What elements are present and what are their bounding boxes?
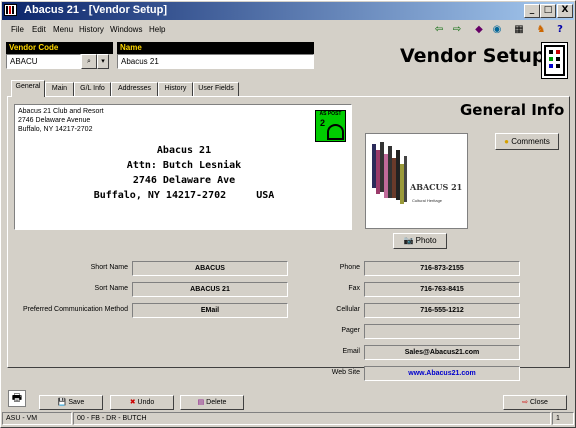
logo-subtext: Cultural Heritage xyxy=(412,198,443,203)
delete-icon: ▤ xyxy=(197,399,205,406)
menu-edit[interactable]: Edit xyxy=(32,25,46,34)
delete-button[interactable]: ▤ Delete xyxy=(180,395,244,410)
address-big-line: Attn: Butch Lesniak xyxy=(126,160,242,171)
exit-icon: ⇨ xyxy=(522,399,528,406)
menu-help[interactable]: Help xyxy=(149,25,165,34)
tab-gl-info[interactable]: G/L Info xyxy=(74,82,111,96)
runner-icon[interactable]: ♞ xyxy=(532,22,550,38)
page-title: Vendor Setup xyxy=(400,45,546,67)
comm-method-label: Preferred Communication Method xyxy=(22,306,128,313)
sort-name-field[interactable]: ABACUS 21 xyxy=(132,282,288,297)
menu-file[interactable]: File xyxy=(11,25,24,34)
fax-label: Fax xyxy=(348,285,360,292)
chevron-down-icon[interactable]: ▾ xyxy=(97,54,109,69)
logo-text: ABACUS 21 xyxy=(410,182,463,192)
globe-icon[interactable]: ◉ xyxy=(488,22,506,38)
website-label: Web Site xyxy=(331,369,360,376)
vendor-logo-image: ABACUS 21 Cultural Heritage xyxy=(365,133,468,229)
minimize-button[interactable]: _ xyxy=(524,4,540,18)
website-field[interactable]: www.Abacus21.com xyxy=(364,366,520,381)
address-label: Abacus 21 Attn: Butch Lesniak 2746 Delaw… xyxy=(15,143,353,203)
pager-label: Pager xyxy=(341,327,360,334)
camera-icon: 📷 xyxy=(403,236,414,245)
address-box: Abacus 21 Club and Resort 2746 Delaware … xyxy=(14,104,352,230)
phone-label: Phone xyxy=(339,264,360,271)
save-label: Save xyxy=(68,399,85,406)
name-input[interactable]: Abacus 21 xyxy=(117,54,314,69)
short-name-label: Short Name xyxy=(90,264,128,271)
close-window-button[interactable]: X xyxy=(557,4,573,18)
menu-history[interactable]: History xyxy=(79,25,104,34)
address-small: Abacus 21 Club and Resort 2746 Delaware … xyxy=(18,107,104,134)
comm-method-field[interactable]: EMail xyxy=(132,303,288,318)
close-button[interactable]: ⇨ Close xyxy=(503,395,567,410)
cellular-label: Cellular xyxy=(336,306,360,313)
status-code: 00 - FB - DR - BUTCH xyxy=(73,412,551,425)
left-arrow-icon[interactable]: ⇦ xyxy=(430,22,448,38)
email-label: Email xyxy=(342,348,360,355)
address-line: 2746 Delaware Avenue xyxy=(18,117,91,124)
phone-field[interactable]: 716-873-2155 xyxy=(364,261,520,276)
delete-label: Delete xyxy=(206,399,227,406)
short-name-field[interactable]: ABACUS xyxy=(132,261,288,276)
menu-menu[interactable]: Menu xyxy=(53,25,73,34)
tab-general[interactable]: General xyxy=(11,80,45,97)
section-title: General Info xyxy=(460,101,565,119)
floppy-icon: 💾 xyxy=(57,399,67,406)
postage-text: AS POST xyxy=(319,111,342,117)
undo-button[interactable]: ✖ Undo xyxy=(110,395,174,410)
pager-field[interactable] xyxy=(364,324,520,339)
vendor-code-input[interactable]: ABACU xyxy=(6,54,81,69)
address-line: Abacus 21 Club and Resort xyxy=(18,108,104,115)
eye-icon[interactable]: ◆ xyxy=(470,22,488,38)
name-label: Name xyxy=(117,42,314,54)
title-bar[interactable]: Abacus 21 - [Vendor Setup] xyxy=(2,2,574,20)
photo-label: Photo xyxy=(415,236,437,245)
print-icon[interactable]: 🖶 xyxy=(8,390,26,407)
postage-circle xyxy=(327,124,344,140)
email-field[interactable]: Sales@Abacus21.com xyxy=(364,345,520,360)
tab-history[interactable]: History xyxy=(158,82,193,96)
save-button[interactable]: 💾 Save xyxy=(39,395,103,410)
close-label: Close xyxy=(529,399,548,406)
undo-label: Undo xyxy=(137,399,155,406)
undo-icon: ✖ xyxy=(129,399,136,406)
cellular-field[interactable]: 716-555-1212 xyxy=(364,303,520,318)
calculator-icon[interactable]: ▦ xyxy=(510,22,528,38)
comments-label: Comments xyxy=(511,137,550,146)
help-icon[interactable]: ? xyxy=(551,22,569,38)
tab-main[interactable]: Main xyxy=(45,82,74,96)
maximize-button[interactable]: □ xyxy=(540,4,556,18)
status-page: 1 xyxy=(552,412,574,425)
photo-button[interactable]: 📷 Photo xyxy=(393,233,447,249)
address-line: Buffalo, NY 14217-2702 xyxy=(18,126,93,133)
window-title: Abacus 21 - [Vendor Setup] xyxy=(24,4,168,16)
search-icon[interactable]: ⌕ xyxy=(81,54,97,69)
lightbulb-icon: ● xyxy=(504,137,509,146)
tab-user-fields[interactable]: User Fields xyxy=(193,82,239,96)
app-icon[interactable] xyxy=(4,4,17,16)
address-big-line: Buffalo, NY 14217-2702 USA xyxy=(93,190,275,201)
tab-addresses[interactable]: Addresses xyxy=(111,82,158,96)
vendor-logo-icon xyxy=(541,42,568,79)
status-user: ASU - VM xyxy=(2,412,72,425)
address-big-line: Abacus 21 xyxy=(156,145,212,156)
right-arrow-icon[interactable]: ⇨ xyxy=(448,22,466,38)
comments-button[interactable]: ● Comments xyxy=(495,133,559,150)
menu-windows[interactable]: Windows xyxy=(110,25,142,34)
postage-stamp-icon: AS POST 2 xyxy=(315,110,346,142)
vendor-code-label: Vendor Code xyxy=(6,42,113,54)
address-big-line: 2746 Delaware Ave xyxy=(132,175,236,186)
sort-name-label: Sort Name xyxy=(94,285,128,292)
fax-field[interactable]: 716-763-8415 xyxy=(364,282,520,297)
